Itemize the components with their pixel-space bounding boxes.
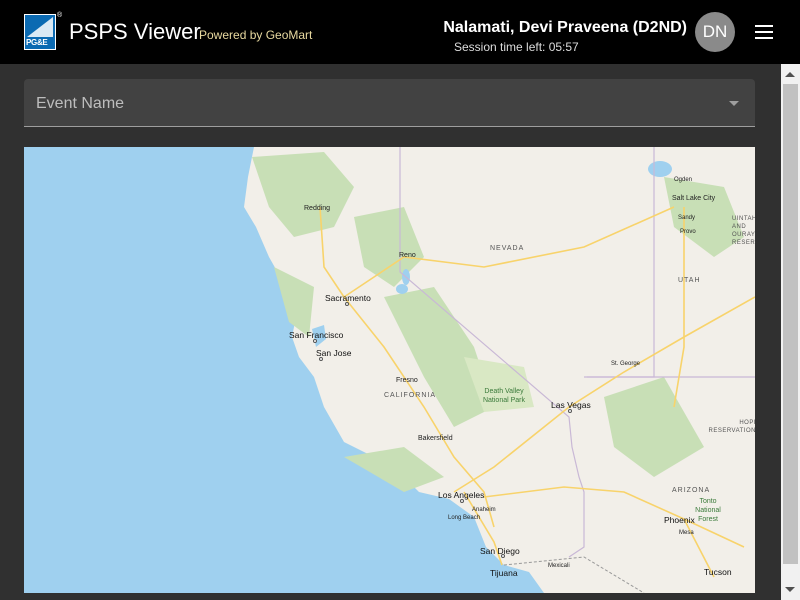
city-label: Bakersfield [418, 435, 453, 442]
pge-logo: PG&E [24, 14, 56, 50]
city-marker [568, 409, 572, 413]
event-name-select[interactable]: Event Name [24, 79, 755, 127]
city-label: Ogden [674, 177, 693, 183]
logo-text: PG&E [26, 38, 48, 47]
user-name: Nalamati, Devi Praveena (D2ND) [443, 19, 687, 36]
state-label-nevada: NEVADA [490, 245, 525, 252]
city-label: St. George [611, 361, 641, 367]
city-marker [313, 339, 317, 343]
city-label: Mexicali [548, 563, 570, 569]
city-label: Fresno [396, 377, 418, 384]
reservation-label-uintah: UINTAH AND OURAY RESERVATION [732, 216, 755, 246]
scrollbar-thumb[interactable] [783, 84, 798, 564]
city-label: Tucson [704, 567, 732, 577]
city-label: Long Beach [448, 515, 481, 521]
city-label: Provo [680, 229, 696, 235]
event-name-label: Event Name [36, 95, 125, 112]
session-timer: Session time left: 05:57 [454, 40, 579, 54]
avatar[interactable]: DN [695, 12, 735, 52]
city-marker [501, 554, 505, 558]
reservation-label-hopi: HOPI RESERVATION [708, 420, 755, 434]
city-marker [319, 357, 323, 361]
city-label: Sandy [678, 215, 696, 221]
state-label-california: CALIFORNIA [384, 392, 437, 399]
main-content: Event Name NEVADA CALIFORNIA UTAH ARIZON… [0, 64, 781, 600]
app-header: PG&E ® PSPS Viewer Powered by GeoMart Na… [0, 0, 800, 64]
chevron-down-icon[interactable] [729, 101, 739, 106]
powered-by-text: Powered by GeoMart [199, 28, 313, 42]
hamburger-menu-icon[interactable] [752, 20, 776, 44]
city-label: Phoenix [664, 515, 695, 525]
city-label: Reno [399, 252, 416, 259]
scroll-up-arrow-icon[interactable] [785, 72, 795, 77]
city-marker [345, 302, 349, 306]
map-background [244, 147, 755, 593]
scroll-down-arrow-icon[interactable] [785, 587, 795, 592]
vertical-scrollbar[interactable] [781, 64, 800, 600]
registered-mark-icon: ® [57, 12, 63, 19]
city-label: Salt Lake City [672, 195, 716, 202]
app-title: PSPS Viewer [69, 19, 201, 44]
city-marker [460, 499, 464, 503]
state-label-arizona: ARIZONA [672, 487, 711, 494]
state-label-utah: UTAH [678, 277, 701, 284]
map-view[interactable]: NEVADA CALIFORNIA UTAH ARIZONA UINTAH AN… [24, 147, 755, 593]
city-label: San Diego [480, 546, 520, 556]
park-label-death-valley: Death Valley National Park [482, 388, 526, 404]
city-label: Anaheim [472, 507, 496, 513]
city-label: Mesa [679, 530, 694, 536]
city-label: Tijuana [490, 568, 518, 578]
city-label: Redding [304, 205, 331, 212]
